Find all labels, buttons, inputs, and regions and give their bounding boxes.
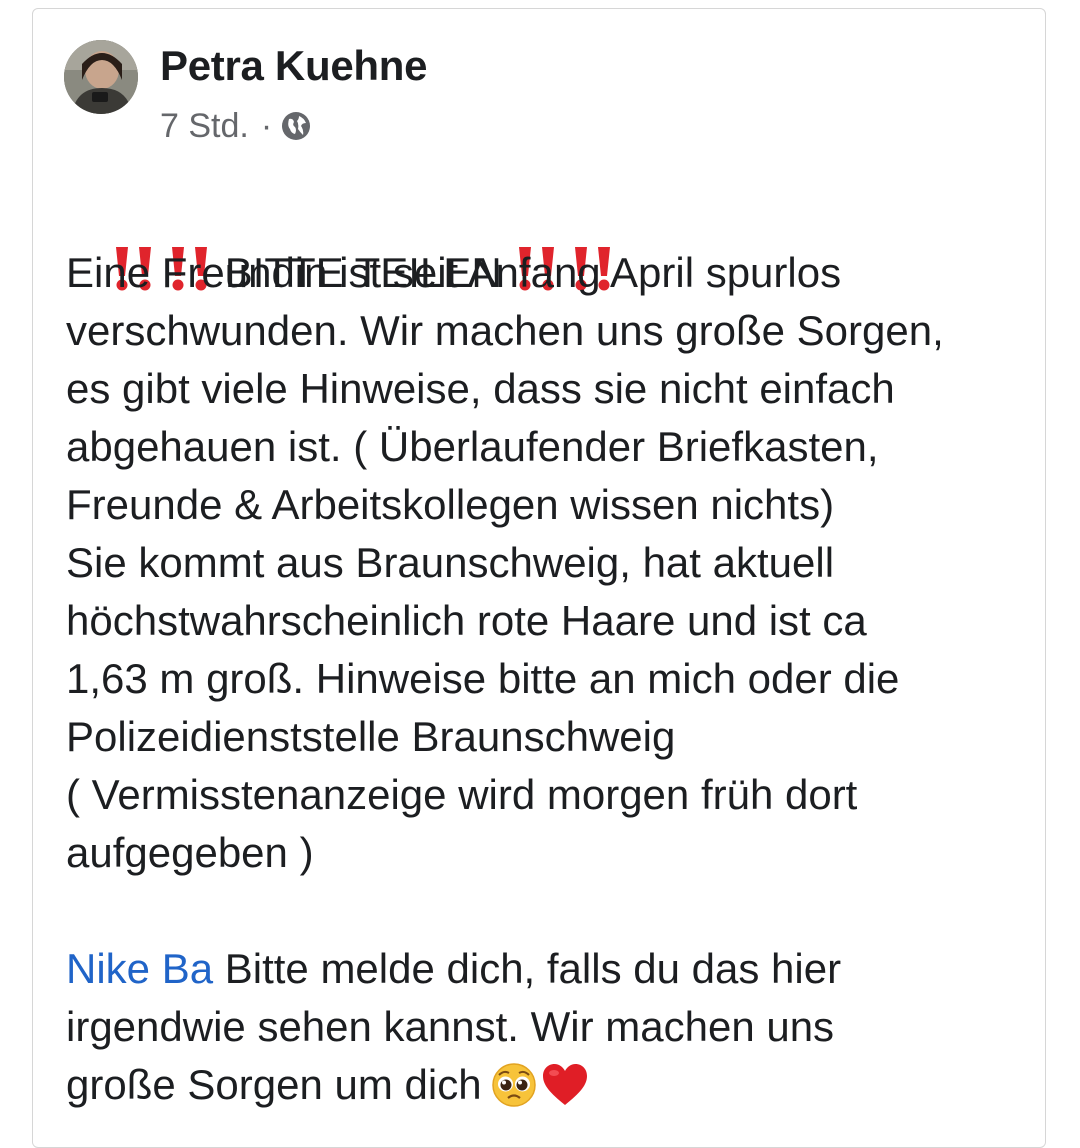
body-line: Sie kommt aus Braunschweig, hat aktuell <box>66 539 835 586</box>
body-line: irgendwie sehen kannst. Wir machen uns <box>66 1003 835 1050</box>
globe-icon[interactable] <box>280 110 312 142</box>
avatar[interactable] <box>64 40 138 114</box>
body-line: höchstwahrscheinlich rote Haare und ist … <box>66 597 867 644</box>
body-line: aufgegeben ) <box>66 829 314 876</box>
post-meta: 7 Std. · <box>160 106 312 146</box>
mention-line: Nike Ba Bitte melde dich, falls du das h… <box>66 940 1026 998</box>
body-line: Freunde & Arbeitskollegen wissen nichts) <box>66 481 835 528</box>
post-body: BITTE TEILEN Eine Freundin ist seit Anfa… <box>66 186 1026 1114</box>
body-line: ( Vermisstenanzeige wird morgen früh dor… <box>66 771 858 818</box>
mention-text: Bitte melde dich, falls du das hier <box>213 945 842 992</box>
body-line: 1,63 m groß. Hinweise bitte an mich oder… <box>66 655 900 702</box>
mention-link[interactable]: Nike Ba <box>66 945 213 992</box>
last-line: große Sorgen um dich <box>66 1056 1026 1114</box>
headline: BITTE TEILEN <box>66 186 1026 296</box>
red-heart-emoji <box>540 1061 590 1124</box>
author-name[interactable]: Petra Kuehne <box>160 42 427 90</box>
body-line: große Sorgen um dich <box>66 1061 482 1108</box>
body-line: Polizeidienststelle Braunschweig <box>66 713 676 760</box>
body-line: abgehauen ist. ( Überlaufender Briefkast… <box>66 423 879 470</box>
body-line: verschwunden. Wir machen uns große Sorge… <box>66 307 944 354</box>
body-line: es gibt viele Hinweise, dass sie nicht e… <box>66 365 895 412</box>
pleading-face-emoji <box>490 1061 538 1124</box>
body-line: Eine Freundin ist seit Anfang April spur… <box>66 249 842 296</box>
post-time[interactable]: 7 Std. <box>160 107 249 146</box>
meta-separator: · <box>260 106 273 145</box>
